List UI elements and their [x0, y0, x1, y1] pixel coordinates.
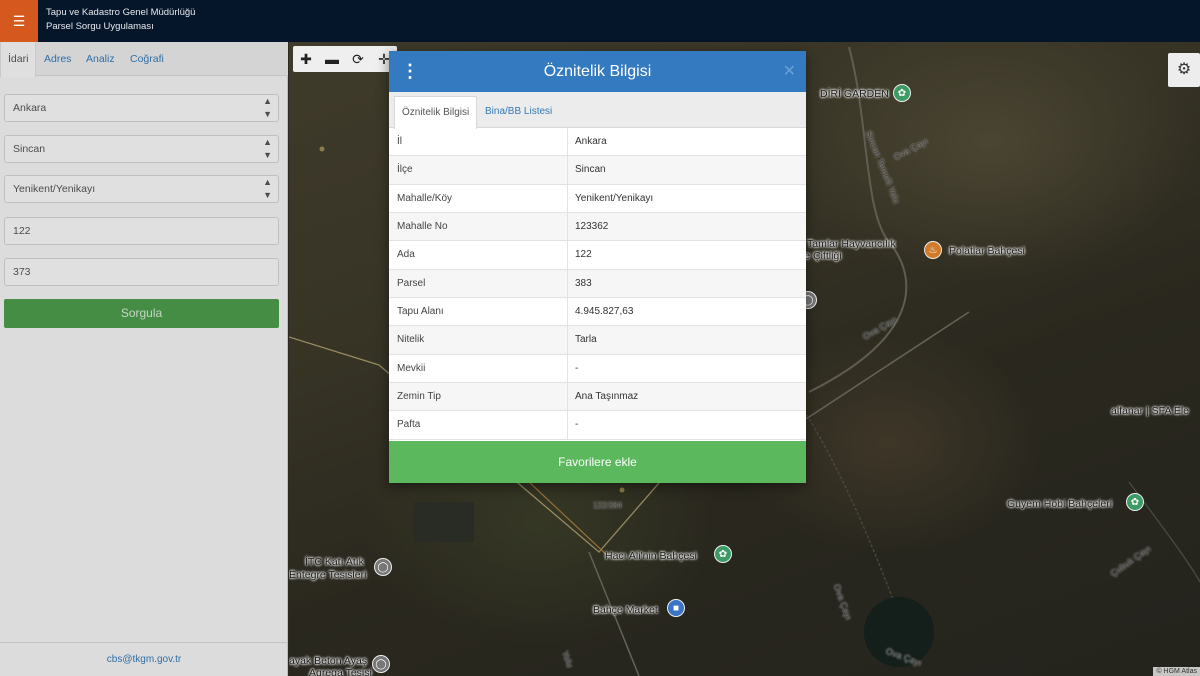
mahalle-select[interactable]: Yenikent/Yenikayı ▲ ▼ — [4, 175, 279, 203]
restaurant-poi-icon[interactable]: ♨ — [924, 241, 942, 259]
ada-input-value: 122 — [13, 225, 31, 237]
sidebar-tabs: İdari Adres Analiz Coğrafi — [0, 42, 288, 77]
query-button[interactable]: Sorgula — [4, 299, 279, 328]
table-row: Mahalle/Köy Yenikent/Yenikayı — [389, 184, 806, 214]
add-to-favorites-button[interactable]: Favorilere ekle — [389, 441, 806, 483]
zoom-in-icon[interactable]: ✚ — [293, 46, 319, 72]
map-label-entegre: Entegre Tesisleri — [289, 569, 367, 581]
map-attribution: © HGM Atlas — [1153, 667, 1200, 676]
place-poi-icon[interactable]: ◯ — [372, 655, 390, 673]
il-select-value: Ankara — [13, 102, 47, 114]
row-key: Zemin Tip — [389, 383, 568, 411]
map-label-guyem: Guyem Hobi Bahçeleri — [1007, 498, 1113, 510]
tab-idari[interactable]: İdari — [0, 42, 37, 77]
attribute-info-modal: Öznitelik Bilgisi ⋮ ✕ Öznitelik Bilgisi … — [389, 51, 806, 483]
map-label-ayak-beton: ayak Beton Ayaş — [289, 655, 368, 667]
row-key: Mahalle No — [389, 213, 568, 241]
shop-poi-icon[interactable]: ■ — [667, 599, 685, 617]
tab-adres[interactable]: Adres — [37, 42, 78, 76]
table-row: Tapu Alanı 4.945.827,63 — [389, 298, 806, 327]
row-value: 123362 — [575, 221, 609, 233]
il-select[interactable]: Ankara ▲ ▼ — [4, 94, 279, 122]
map-label-itc: İTC Katı Atık — [305, 556, 364, 568]
sidebar: İdari Adres Analiz Coğrafi Ankara ▲ ▼ Sin… — [0, 42, 288, 676]
row-value: Ana Taşınmaz — [575, 391, 639, 403]
map-label-haci-ali: Hacı Ali'nin Bahçesi — [605, 550, 697, 562]
map-label-polatlar: Polatlar Bahçesi — [949, 245, 1025, 257]
table-row: İl Ankara — [389, 128, 806, 157]
parsel-input[interactable]: 373 — [4, 258, 279, 286]
row-value: Ankara — [575, 136, 607, 147]
attribute-table: İl Ankara İlçe Sincan Mahalle/Köy Yenikent/… — [389, 128, 806, 440]
zoom-out-icon[interactable]: ▬ — [319, 46, 345, 72]
table-row: Mevkii - — [389, 354, 806, 384]
row-value: - — [575, 362, 579, 374]
refresh-icon[interactable]: ⟳ — [345, 46, 371, 72]
select-arrow-icon: ▲ ▼ — [263, 137, 272, 160]
ilce-select[interactable]: Sincan ▲ ▼ — [4, 135, 279, 163]
row-value: 383 — [575, 277, 592, 289]
org-name: Tapu ve Kadastro Genel Müdürlüğü — [46, 7, 196, 18]
parsel-input-value: 373 — [13, 266, 31, 278]
row-key: Tapu Alanı — [389, 298, 568, 326]
place-poi-icon[interactable]: ◯ — [374, 558, 392, 576]
row-value: Tarla — [575, 334, 597, 346]
table-row: Nitelik Tarla — [389, 326, 806, 355]
row-value: 4.945.827,63 — [575, 306, 634, 318]
contact-email-link[interactable]: cbs@tkgm.gov.tr — [107, 654, 181, 665]
app-header: ☰ Tapu ve Kadastro Genel Müdürlüğü Parse… — [0, 0, 1200, 42]
row-key: Nitelik — [389, 326, 568, 354]
map-label-bahce-market: Bahçe Market — [593, 604, 658, 616]
settings-gear-icon[interactable]: ⚙ — [1168, 53, 1200, 87]
map-label-agrega: Agrega Tesisi — [309, 667, 372, 676]
select-arrow-icon: ▲ ▼ — [263, 96, 272, 119]
ilce-select-value: Sincan — [13, 143, 46, 155]
garden-poi-icon[interactable]: ✿ — [1126, 493, 1144, 511]
table-row: İlçe Sincan — [389, 156, 806, 185]
modal-title: Öznitelik Bilgisi — [543, 63, 652, 80]
kebab-menu-icon[interactable]: ⋮ — [401, 51, 419, 92]
row-value: 122 — [575, 249, 592, 261]
footer: cbs@tkgm.gov.tr — [0, 642, 288, 676]
app-name: Parsel Sorgu Uygulaması — [46, 21, 154, 32]
tab-bina-bb-listesi[interactable]: Bina/BB Listesi — [478, 96, 559, 128]
mahalle-select-value: Yenikent/Yenikayı — [13, 183, 96, 195]
table-row: Zemin Tip Ana Taşınmaz — [389, 383, 806, 412]
map-toolbar: ✚ ▬ ⟳ ✛ — [293, 46, 397, 72]
close-icon[interactable]: ✕ — [783, 51, 796, 92]
map-label-diri-garden: DİRİ GARDEN — [820, 88, 889, 100]
garden-poi-icon[interactable]: ✿ — [714, 545, 732, 563]
ada-input[interactable]: 122 — [4, 217, 279, 245]
select-arrow-icon: ▲ ▼ — [263, 177, 272, 200]
row-key: Mevkii — [389, 354, 568, 383]
app-title: Tapu ve Kadastro Genel Müdürlüğü Parsel … — [46, 6, 195, 34]
map-label-tamlar: Tamlar Hayvancılık — [807, 238, 896, 250]
tab-cografi[interactable]: Coğrafi — [123, 42, 171, 76]
row-value: Yenikent/Yenikayı — [575, 192, 654, 204]
garden-poi-icon[interactable]: ✿ — [893, 84, 911, 102]
row-key: Mahalle/Köy — [389, 184, 568, 213]
parcel-label: 122/384 — [593, 501, 622, 510]
row-key: Parsel — [389, 269, 568, 298]
map-label-alfanar: alfanar | SFA Ele — [1111, 405, 1190, 417]
row-key: İl — [389, 128, 568, 156]
hamburger-icon: ☰ — [12, 12, 26, 29]
row-key: Ada — [389, 241, 568, 269]
row-key: İlçe — [389, 156, 568, 184]
tab-analiz[interactable]: Analiz — [79, 42, 122, 76]
tab-oznitelik-bilgisi[interactable]: Öznitelik Bilgisi — [394, 96, 478, 129]
row-value: - — [575, 419, 579, 431]
table-row: Pafta - — [389, 411, 806, 440]
table-row: Parsel 383 — [389, 269, 806, 299]
menu-button[interactable]: ☰ — [0, 0, 38, 42]
row-value: Sincan — [575, 164, 606, 176]
modal-header: Öznitelik Bilgisi ⋮ ✕ — [389, 51, 806, 92]
row-key: Pafta — [389, 411, 568, 439]
table-row: Mahalle No 123362 — [389, 213, 806, 242]
modal-tabs: Öznitelik Bilgisi Bina/BB Listesi — [389, 92, 806, 129]
table-row: Ada 122 — [389, 241, 806, 270]
